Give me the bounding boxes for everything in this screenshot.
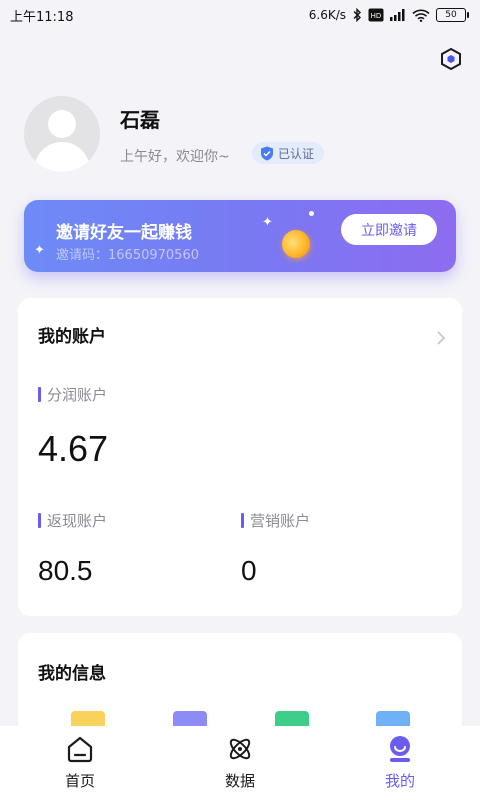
label-accent-bar (241, 513, 244, 528)
cashback-account-value: 80.5 (38, 555, 93, 586)
greeting-text: 上午好，欢迎你~ (120, 149, 230, 165)
status-time: 上午11:18 (10, 9, 74, 25)
tab-mine-label: 我的 (384, 772, 415, 790)
label-accent-bar (38, 513, 41, 528)
invite-code: 邀请码：16650970560 (56, 248, 199, 263)
bluetooth-icon (352, 8, 362, 22)
invite-banner[interactable]: ✦ ✦ 邀请好友一起赚钱 邀请码：16650970560 立即邀请 (24, 200, 456, 272)
chevron-right-icon[interactable] (436, 330, 446, 350)
verified-label: 已认证 (278, 146, 315, 161)
bottom-tab-bar: 首页 数据 我的 (0, 726, 480, 800)
invite-now-button[interactable]: 立即邀请 (341, 214, 437, 245)
home-icon (67, 736, 93, 763)
marketing-account-label[interactable]: 营销账户 (241, 510, 310, 531)
status-bar: 上午11:18 6.6K/s HD 50 (0, 0, 480, 30)
tab-mine[interactable]: 我的 (360, 734, 440, 794)
coin-icon (278, 226, 314, 262)
tab-home[interactable]: 首页 (40, 734, 120, 794)
tab-home-label: 首页 (64, 772, 95, 790)
shield-check-icon (261, 146, 273, 160)
signal-icon (390, 9, 406, 21)
profit-account-label[interactable]: 分润账户 (38, 384, 107, 405)
profile-face-icon (390, 736, 410, 762)
sparkle-icon: ✦ (262, 215, 273, 230)
wifi-icon (412, 9, 430, 22)
cashback-account-label[interactable]: 返现账户 (38, 510, 107, 531)
user-name: 石磊 (120, 108, 160, 132)
hexagon-settings-icon (441, 47, 461, 71)
status-indicators: 6.6K/s HD 50 (308, 8, 469, 22)
info-title: 我的信息 (38, 664, 106, 684)
cashback-account-text: 返现账户 (47, 512, 108, 530)
net-speed: 6.6K/s (308, 8, 346, 22)
volte-icon: HD (368, 8, 384, 22)
tab-data-label: 数据 (224, 772, 255, 790)
invite-title: 邀请好友一起赚钱 (56, 223, 192, 243)
accounts-title: 我的账户 (38, 327, 106, 347)
avatar-body-shape (34, 142, 90, 172)
avatar[interactable] (24, 96, 100, 172)
profile-section: 石磊 上午好，欢迎你~ 已认证 (24, 96, 464, 176)
atom-icon (229, 738, 251, 760)
avatar-head-shape (48, 110, 76, 138)
marketing-account-value: 0 (241, 555, 257, 586)
svg-text:HD: HD (371, 12, 382, 20)
profit-account-text: 分润账户 (47, 386, 108, 404)
battery-icon: 50 (436, 8, 469, 22)
label-accent-bar (38, 387, 41, 402)
sparkle-dot (309, 211, 314, 216)
verified-badge: 已认证 (252, 142, 325, 164)
sparkle-icon: ✦ (34, 243, 45, 258)
tab-data[interactable]: 数据 (200, 734, 280, 794)
profit-account-value: 4.67 (38, 428, 109, 469)
settings-button[interactable] (437, 45, 465, 73)
my-accounts-card: 我的账户 分润账户 4.67 返现账户 80.5 营销账户 0 (18, 298, 462, 616)
marketing-account-text: 营销账户 (250, 512, 311, 530)
